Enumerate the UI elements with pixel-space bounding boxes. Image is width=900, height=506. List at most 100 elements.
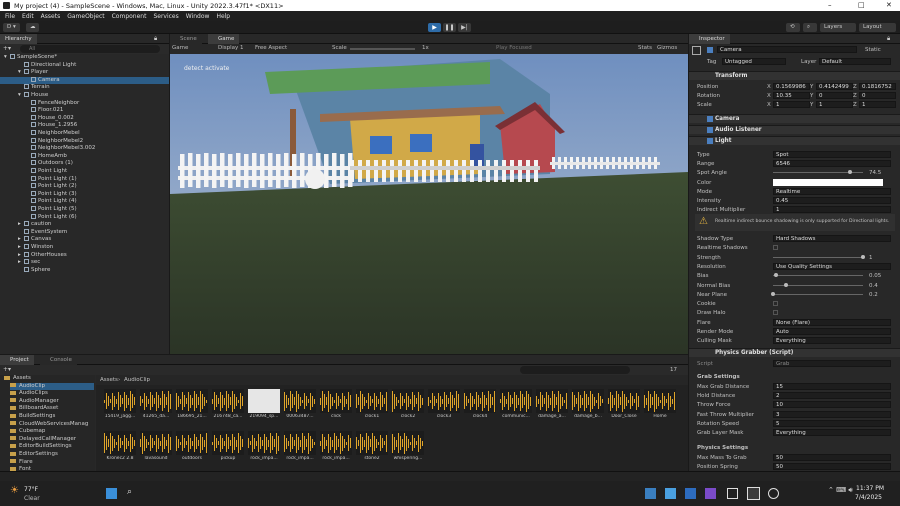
audio-asset[interactable]: clock3 — [426, 387, 462, 423]
audio-asset[interactable]: rock_impa... — [246, 429, 282, 465]
audio-asset[interactable]: clock1 — [354, 387, 390, 423]
field-value[interactable]: Use Quality Settings — [773, 262, 891, 270]
checkbox[interactable] — [773, 310, 778, 316]
tab-game[interactable]: Game — [208, 34, 240, 44]
lock-icon[interactable]: 🔒︎ — [154, 35, 157, 43]
tab-project[interactable]: Project — [0, 355, 34, 365]
folder-item[interactable]: BillboardAsset — [10, 405, 94, 413]
audio-asset[interactable]: click — [318, 387, 354, 423]
field-value[interactable]: 15 — [773, 383, 891, 390]
slider-value[interactable]: 0.4 — [869, 283, 878, 289]
layer-dropdown[interactable]: Default — [819, 58, 891, 65]
folder-item[interactable]: Assets — [4, 375, 94, 383]
github-taskbar-icon[interactable] — [768, 488, 779, 499]
unity-hub-taskbar-icon[interactable] — [727, 488, 738, 499]
stats-button[interactable]: Stats — [638, 45, 652, 51]
menu-item-assets[interactable]: Assets — [41, 13, 61, 20]
tab-console[interactable]: Console — [40, 355, 77, 365]
audio-asset[interactable]: 15419_jagg... — [102, 387, 138, 423]
physics-grabber-header[interactable]: Physics Grabber (Script) — [689, 348, 900, 357]
checkbox[interactable] — [773, 301, 778, 307]
tab-inspector[interactable]: Inspector — [689, 34, 730, 44]
menu-item-file[interactable]: File — [5, 13, 15, 20]
transform-position-y-field[interactable]: 0.4142499 — [816, 83, 853, 90]
transform-position-x-field[interactable]: 0.1569986 — [773, 83, 810, 90]
hierarchy-item[interactable]: Terrain — [0, 84, 169, 92]
menu-item-edit[interactable]: Edit — [22, 13, 34, 20]
folder-item[interactable]: AudioManager — [10, 398, 94, 406]
hierarchy-item[interactable]: ▸ OtherHouses — [0, 251, 169, 260]
slider-thumb[interactable] — [847, 170, 852, 175]
maximize-button[interactable]: □ — [858, 1, 865, 9]
hierarchy-item[interactable]: ▾ SampleScene* — [0, 54, 169, 62]
hierarchy-item[interactable]: HomeAmb — [0, 152, 169, 161]
audio-asset[interactable]: lavasound — [138, 429, 174, 465]
hierarchy-item[interactable]: Point Light (3) — [0, 190, 169, 199]
audio-asset[interactable]: 41265_da... — [138, 387, 174, 423]
tab-hierarchy[interactable]: Hierarchy — [0, 34, 37, 44]
folder-item[interactable]: AudioClip — [10, 382, 94, 391]
search-icon[interactable]: ⌕ — [127, 487, 132, 497]
hierarchy-item[interactable]: NeighborMebel2 — [0, 137, 169, 146]
field-value[interactable]: 10 — [773, 401, 891, 409]
breadcrumb-assets[interactable]: Assets — [100, 377, 118, 383]
hierarchy-item[interactable]: Floor.021 — [0, 107, 169, 115]
component-enabled-checkbox[interactable] — [707, 116, 713, 122]
unity-taskbar-icon[interactable] — [747, 487, 760, 500]
slider-value[interactable]: 74.5 — [869, 170, 881, 176]
audio-asset[interactable]: 219094_sp... — [246, 387, 282, 423]
breadcrumb-audioclip[interactable]: AudioClip — [124, 377, 150, 383]
field-value[interactable]: 5 — [773, 419, 891, 427]
cloud-icon[interactable]: ☁ — [26, 23, 39, 32]
transform-rotation-y-field[interactable]: 0 — [816, 92, 853, 99]
menu-item-window[interactable]: Window — [186, 13, 210, 20]
hierarchy-item[interactable]: Point Light — [0, 168, 169, 176]
slider-thumb[interactable] — [771, 291, 775, 296]
audio-asset[interactable]: 216748_ca... — [210, 387, 246, 423]
hierarchy-item[interactable]: Outdoors (1) — [0, 160, 169, 168]
account-button[interactable]: D ▾ — [3, 23, 20, 32]
field-value[interactable]: Auto — [773, 328, 891, 335]
layout-dropdown[interactable]: Layout — [859, 23, 896, 32]
audio-asset[interactable]: 00063487... — [282, 387, 318, 423]
history-icon[interactable]: ⟲ — [786, 23, 800, 32]
start-icon[interactable] — [106, 488, 117, 499]
folder-item[interactable]: EditorBuildSettings — [10, 443, 94, 451]
visual-studio-taskbar-icon[interactable] — [705, 488, 716, 499]
audio-asset[interactable]: communic... — [498, 387, 534, 423]
play-button[interactable]: ▶ — [428, 23, 441, 32]
menu-item-help[interactable]: Help — [216, 13, 230, 20]
audio-asset[interactable]: outdoors — [174, 429, 210, 465]
store-taskbar-icon[interactable] — [665, 488, 676, 499]
slider-value[interactable]: 0.05 — [869, 273, 881, 279]
slider-thumb[interactable] — [861, 254, 865, 259]
hierarchy-item[interactable]: ▸ Canvas — [0, 236, 169, 244]
transform-rotation-z-field[interactable]: 0 — [859, 92, 896, 99]
transform-position-z-field[interactable]: 0.1816752 — [859, 83, 896, 90]
audio-asset[interactable]: clock2 — [390, 387, 426, 423]
slider-value[interactable]: 0.2 — [869, 292, 878, 298]
hierarchy-item[interactable]: ▸ Winston — [0, 244, 169, 252]
hierarchy-item[interactable]: NeighborMebel3.002 — [0, 145, 169, 153]
folder-item[interactable]: EditorSettings — [10, 451, 94, 459]
slider-track[interactable] — [773, 256, 863, 258]
field-value[interactable]: 3 — [773, 410, 891, 418]
hierarchy-item[interactable]: Point Light (2) — [0, 183, 169, 191]
component-enabled-checkbox[interactable] — [707, 127, 713, 133]
hierarchy-item[interactable]: ▸ sec — [0, 259, 169, 267]
field-value[interactable]: 50 — [773, 454, 891, 461]
tag-dropdown[interactable]: Untagged — [722, 58, 786, 65]
hierarchy-item[interactable]: Point Light (6) — [0, 213, 169, 222]
field-value[interactable]: Spot — [773, 151, 891, 158]
checkbox[interactable] — [773, 245, 778, 251]
hierarchy-item[interactable]: House_1.2956 — [0, 122, 169, 130]
gizmos-button[interactable]: Gizmos — [657, 45, 677, 51]
folder-item[interactable]: Flare — [10, 459, 94, 467]
hierarchy-item[interactable]: ▸ caution — [0, 221, 169, 229]
add-icon[interactable]: +▾ — [3, 45, 11, 52]
folder-item[interactable]: CloudWebServicesManag — [10, 421, 94, 429]
field-value[interactable]: Everything — [773, 337, 891, 345]
field-value[interactable]: Hard Shadows — [773, 235, 891, 242]
hierarchy-search-input[interactable]: All — [20, 45, 160, 53]
search-icon[interactable]: ⌕ — [803, 23, 817, 32]
